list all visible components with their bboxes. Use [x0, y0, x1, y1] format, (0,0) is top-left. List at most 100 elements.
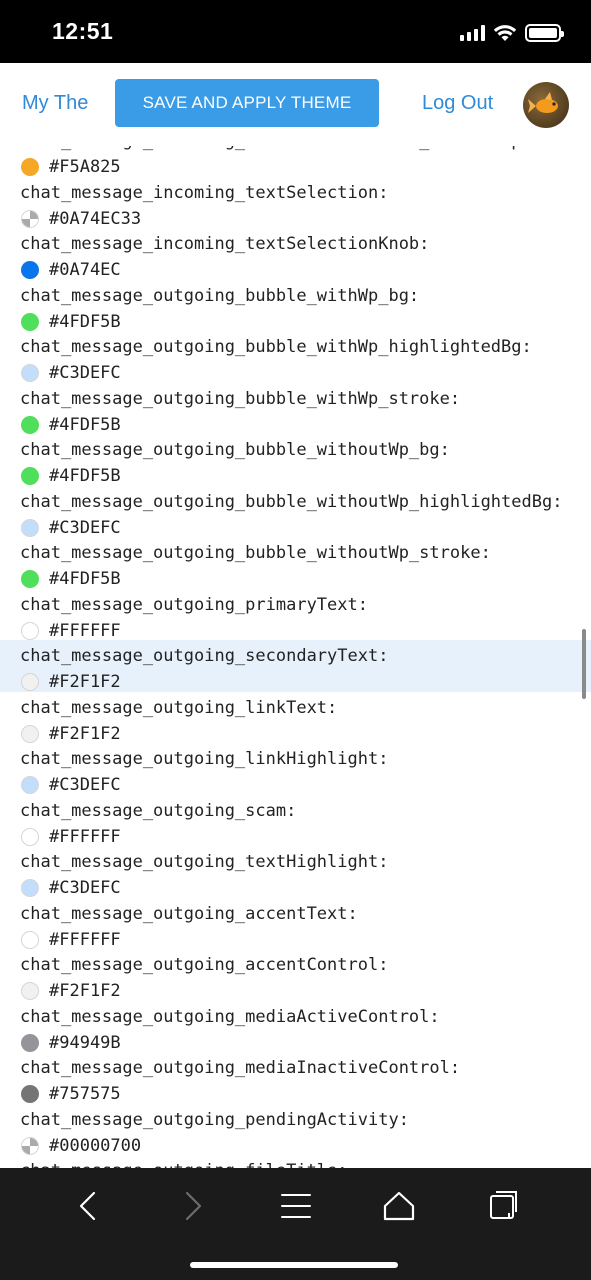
color-value[interactable]: #00000700: [49, 1136, 141, 1156]
color-value[interactable]: #F2F1F2: [49, 672, 121, 692]
color-item[interactable]: chat_message_outgoing_bubble_withoutWp_s…: [0, 537, 591, 589]
chevron-left-icon[interactable]: [69, 1186, 109, 1226]
color-swatch[interactable]: [21, 982, 39, 1000]
color-swatch[interactable]: [21, 1136, 39, 1155]
color-item[interactable]: chat_message_outgoing_primaryText: #FFFFF…: [0, 589, 591, 641]
color-swatch[interactable]: [21, 467, 39, 485]
color-value[interactable]: #0A74EC33: [49, 209, 141, 229]
color-swatch[interactable]: [21, 518, 39, 537]
theme-color-list[interactable]: chat_message_incoming_actionButtonsText_…: [0, 146, 591, 1168]
color-value[interactable]: #F2F1F2: [49, 724, 121, 744]
color-value[interactable]: #4FDF5B: [49, 569, 121, 589]
color-swatch[interactable]: [21, 827, 39, 846]
color-item[interactable]: chat_message_outgoing_bubble_withWp_high…: [0, 331, 591, 383]
color-value[interactable]: #FFFFFF: [49, 621, 121, 641]
color-value[interactable]: #0A74EC: [49, 260, 121, 280]
color-value[interactable]: #94949B: [49, 1033, 121, 1053]
scrollbar-thumb[interactable]: [582, 629, 586, 699]
color-item[interactable]: chat_message_outgoing_mediaActiveControl…: [0, 1001, 591, 1053]
color-swatch[interactable]: [21, 570, 39, 588]
color-key-label: chat_message_outgoing_bubble_withWp_stro…: [20, 388, 461, 409]
color-key-label: chat_message_outgoing_bubble_withoutWp_b…: [20, 440, 450, 460]
color-value[interactable]: #C3DEFC: [49, 878, 121, 898]
color-item[interactable]: chat_message_outgoing_bubble_withoutWp_h…: [0, 486, 591, 538]
battery-icon: [525, 24, 564, 42]
color-swatch[interactable]: [21, 1033, 39, 1052]
color-item[interactable]: chat_message_incoming_actionButtonsText_…: [0, 146, 591, 177]
color-key-label: chat_message_outgoing_mediaActiveControl…: [20, 1006, 440, 1027]
color-value[interactable]: #C3DEFC: [49, 518, 121, 538]
color-key-label: chat_message_outgoing_bubble_withoutWp_h…: [20, 491, 563, 512]
home-icon[interactable]: [379, 1186, 419, 1226]
status-bar: 12:51: [0, 0, 591, 63]
color-item[interactable]: chat_message_outgoing_linkHighlight: #C3D…: [0, 743, 591, 795]
color-item[interactable]: chat_message_outgoing_scam: #FFFFFF: [0, 795, 591, 847]
theme-title-link[interactable]: My The: [22, 92, 88, 115]
color-item[interactable]: chat_message_outgoing_linkText: #F2F1F2: [0, 692, 591, 744]
color-item[interactable]: chat_message_incoming_textSelection: #0A7…: [0, 177, 591, 229]
color-swatch[interactable]: [21, 724, 39, 743]
color-key-label: chat_message_outgoing_bubble_withWp_high…: [20, 337, 532, 357]
chevron-right-icon[interactable]: [172, 1186, 212, 1226]
color-value[interactable]: #F2F1F2: [49, 981, 121, 1001]
color-item[interactable]: chat_message_outgoing_accentText: #FFFFFF: [0, 898, 591, 950]
color-key-label: chat_message_outgoing_bubble_withWp_bg:: [20, 285, 420, 306]
color-key-label: chat_message_outgoing_textHighlight:: [20, 852, 389, 872]
goldfish-avatar-image: [528, 92, 558, 113]
color-value[interactable]: #4FDF5B: [49, 415, 121, 435]
color-swatch[interactable]: [21, 261, 39, 279]
tabs-icon[interactable]: [483, 1186, 523, 1226]
status-time: 12:51: [52, 18, 114, 44]
status-icons: [460, 22, 564, 44]
color-item[interactable]: chat_message_outgoing_fileTitle:: [0, 1155, 591, 1168]
hamburger-menu-icon[interactable]: [276, 1186, 316, 1226]
home-indicator: [190, 1262, 398, 1268]
color-item[interactable]: chat_message_outgoing_textHighlight: #C3D…: [0, 846, 591, 898]
color-key-label: chat_message_outgoing_mediaInactiveContr…: [20, 1058, 461, 1078]
color-value[interactable]: #757575: [49, 1084, 121, 1104]
color-swatch[interactable]: [21, 364, 39, 382]
color-value[interactable]: #4FDF5B: [49, 466, 121, 486]
color-value[interactable]: #4FDF5B: [49, 312, 121, 332]
color-swatch[interactable]: [21, 209, 39, 228]
color-value[interactable]: #F5A825: [49, 157, 121, 177]
color-item[interactable]: chat_message_outgoing_mediaInactiveContr…: [0, 1052, 591, 1104]
color-value[interactable]: #C3DEFC: [49, 363, 121, 383]
color-item[interactable]: chat_message_outgoing_bubble_withoutWp_b…: [0, 434, 591, 486]
cellular-signal-icon: [460, 25, 485, 41]
color-key-label: chat_message_incoming_textSelectionKnob:: [20, 234, 430, 254]
color-item[interactable]: chat_message_outgoing_pendingActivity: #0…: [0, 1104, 591, 1156]
color-items: chat_message_incoming_actionButtonsText_…: [0, 146, 591, 1168]
color-key-label: chat_message_outgoing_bubble_withoutWp_s…: [20, 543, 491, 563]
color-key-label: chat_message_outgoing_pendingActivity:: [20, 1109, 409, 1130]
color-value[interactable]: #FFFFFF: [49, 827, 121, 847]
color-key-label: chat_message_outgoing_secondaryText:: [20, 646, 389, 666]
save-and-apply-theme-button[interactable]: SAVE AND APPLY THEME: [115, 79, 379, 127]
color-swatch[interactable]: [21, 879, 39, 897]
color-key-label: chat_message_incoming_textSelection:: [20, 182, 389, 203]
color-swatch[interactable]: [21, 1085, 39, 1103]
color-key-label: chat_message_outgoing_accentText:: [20, 903, 358, 924]
color-item[interactable]: chat_message_outgoing_bubble_withWp_bg: #…: [0, 280, 591, 332]
color-key-label: chat_message_outgoing_scam:: [20, 800, 297, 821]
color-key-label: chat_message_outgoing_linkHighlight:: [20, 749, 389, 769]
color-swatch[interactable]: [21, 673, 39, 691]
color-key-label: chat_message_outgoing_primaryText:: [20, 594, 368, 615]
logout-link[interactable]: Log Out: [422, 92, 493, 115]
color-item[interactable]: chat_message_outgoing_accentControl: #F2F…: [0, 949, 591, 1001]
color-swatch[interactable]: [21, 415, 39, 434]
color-item[interactable]: chat_message_outgoing_secondaryText: #F2F…: [0, 640, 591, 692]
color-swatch[interactable]: [21, 621, 39, 640]
color-swatch[interactable]: [21, 312, 39, 331]
color-item[interactable]: chat_message_outgoing_bubble_withWp_stro…: [0, 383, 591, 435]
color-swatch[interactable]: [21, 776, 39, 794]
color-item[interactable]: chat_message_incoming_textSelectionKnob:…: [0, 228, 591, 280]
color-key-label: chat_message_outgoing_fileTitle:: [20, 1161, 348, 1168]
color-swatch[interactable]: [21, 158, 39, 176]
color-key-label: chat_message_outgoing_accentControl:: [20, 955, 389, 975]
color-value[interactable]: #C3DEFC: [49, 775, 121, 795]
color-swatch[interactable]: [21, 930, 39, 949]
color-value[interactable]: #FFFFFF: [49, 930, 121, 950]
color-key-label: chat_message_outgoing_linkText:: [20, 697, 338, 718]
avatar[interactable]: [523, 82, 569, 128]
